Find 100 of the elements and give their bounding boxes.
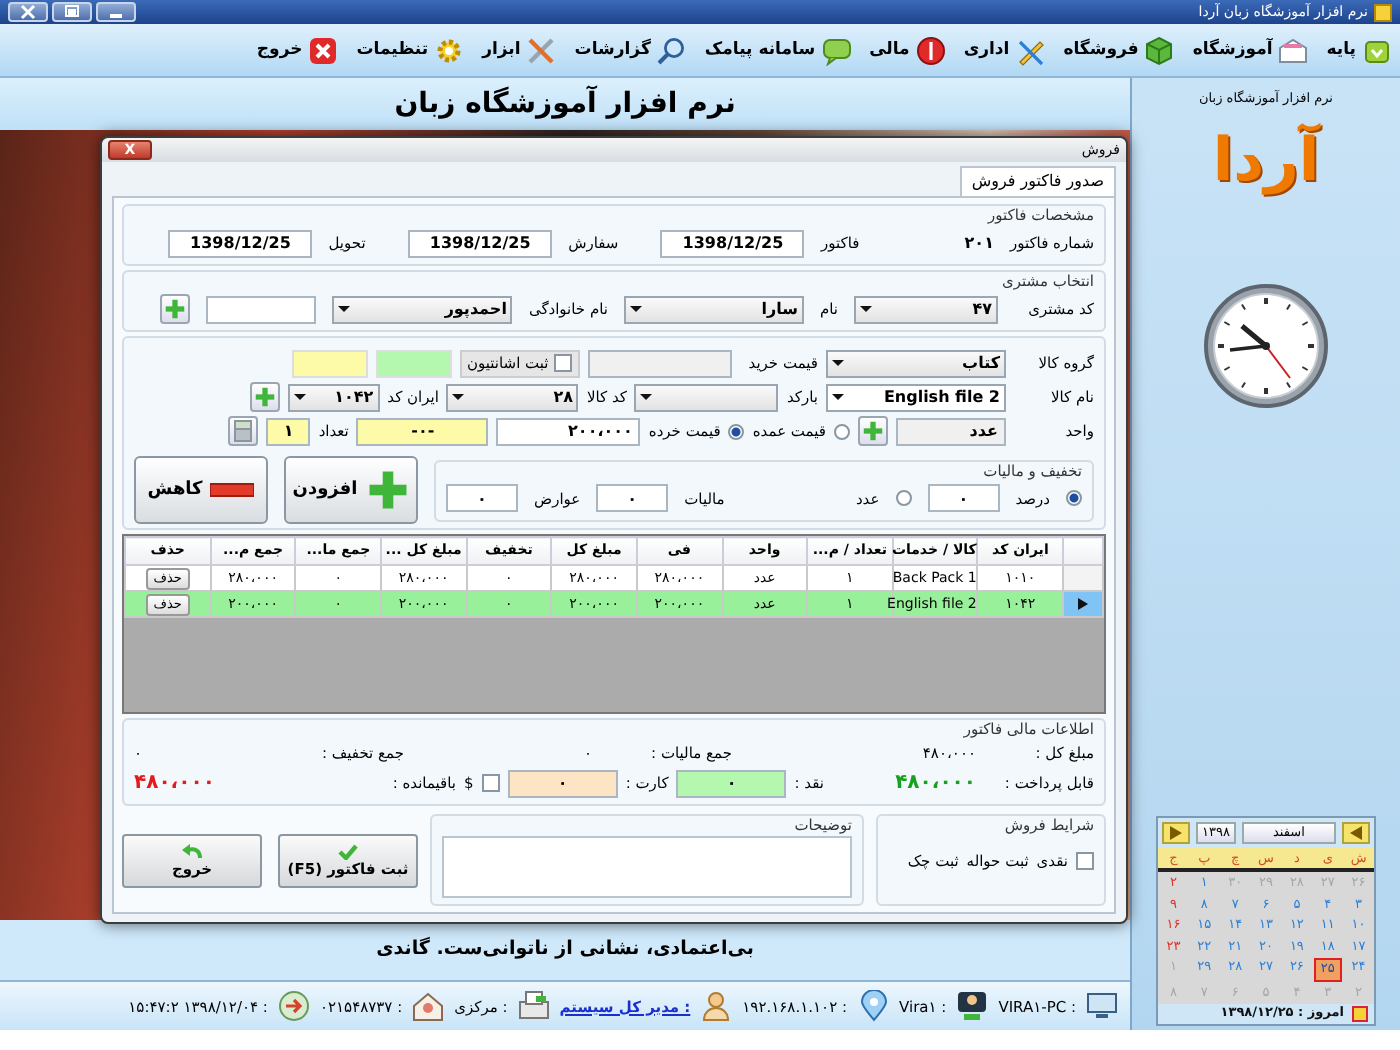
duty-field[interactable]: ۰ — [446, 484, 518, 512]
color-field — [291, 349, 368, 377]
tax-field[interactable]: ۰ — [596, 484, 669, 512]
calculator-button[interactable] — [228, 416, 259, 446]
unit-field[interactable]: عدد — [896, 417, 1006, 445]
monitor-icon — [1086, 990, 1118, 1022]
restore-icon — [60, 4, 84, 20]
caret-icon — [629, 306, 642, 312]
pencil-icon — [1015, 35, 1046, 65]
menu-item[interactable]: پایه — [1326, 35, 1392, 65]
plus-icon — [253, 386, 276, 408]
box-icon — [1362, 35, 1392, 65]
invoice-number: ۲۰۱ — [962, 233, 994, 253]
add-button[interactable] — [858, 416, 888, 446]
cube-icon — [1144, 35, 1175, 65]
check-icon — [338, 843, 358, 859]
quote-text: بی‌اعتمادی، نشانی از ناتوانی‌ست. گاندی — [376, 938, 754, 962]
menu-item[interactable]: تنظیمات — [356, 35, 465, 65]
clock-drawing — [1202, 281, 1330, 410]
date-field[interactable]: 1398/12/25 — [168, 229, 313, 257]
arrow-icon — [1348, 826, 1364, 840]
close-icon — [308, 35, 339, 65]
checkbox[interactable] — [1076, 852, 1094, 870]
add-button[interactable] — [249, 382, 280, 412]
caret-icon — [338, 306, 351, 312]
row-pointer-icon — [1078, 598, 1088, 610]
menu-item[interactable]: فروشگاه — [1063, 35, 1175, 65]
caret-icon — [860, 306, 872, 312]
menu-item[interactable]: مالی — [869, 35, 946, 65]
discount-field[interactable]: ۰ — [927, 484, 1000, 512]
search-icon — [656, 35, 687, 65]
price-field[interactable]: ۲۰۰،۰۰۰ — [496, 417, 641, 445]
logo-text: آردا — [1210, 121, 1323, 200]
menu-item[interactable]: سامانه پیامک — [704, 35, 852, 65]
card-field[interactable]: ۰ — [507, 769, 618, 797]
plus-icon — [862, 420, 884, 442]
tools-icon — [526, 35, 557, 65]
chat-icon — [821, 35, 852, 65]
caret-icon — [832, 360, 844, 366]
close-icon — [16, 4, 40, 20]
restore-button[interactable] — [52, 2, 92, 22]
dropdown[interactable]: سارا — [623, 295, 804, 323]
next-month-button[interactable] — [1342, 822, 1370, 844]
caret-icon — [452, 394, 465, 400]
close-button[interactable] — [8, 2, 48, 22]
menu-item[interactable]: ابزار — [482, 35, 557, 65]
remaining-amount: ۴۸۰،۰۰۰ — [134, 771, 215, 795]
radio-button[interactable] — [728, 423, 745, 439]
checkbox[interactable] — [481, 774, 500, 792]
arrow-icon — [1168, 826, 1184, 840]
date-field[interactable]: 1398/12/25 — [660, 229, 805, 257]
calculator-icon — [232, 420, 255, 442]
person-icon — [700, 990, 733, 1022]
radio-button[interactable] — [895, 490, 912, 506]
dropdown[interactable] — [634, 383, 779, 411]
app-icon — [1374, 3, 1392, 21]
menu-item[interactable]: اداری — [963, 35, 1046, 65]
previous-month-button[interactable] — [1162, 822, 1190, 844]
minimize-button[interactable] — [96, 2, 136, 22]
dropdown[interactable]: ۲۸ — [446, 383, 579, 411]
arrow-circle-icon — [277, 990, 310, 1022]
menu-item[interactable]: خروج — [256, 35, 339, 65]
caret-icon — [832, 394, 844, 400]
color-field — [375, 349, 452, 377]
radio-button[interactable] — [1066, 490, 1082, 506]
coin-icon — [915, 35, 946, 65]
checkbox[interactable] — [554, 354, 573, 372]
price-field[interactable] — [588, 349, 733, 377]
plus-icon — [365, 468, 410, 512]
house-icon — [412, 990, 445, 1022]
radio-button[interactable] — [834, 423, 850, 439]
today-icon — [1352, 1006, 1368, 1022]
text-field[interactable] — [206, 295, 317, 323]
dropdown[interactable]: احمدپور — [332, 295, 513, 323]
reduce-button[interactable]: کاهش — [134, 456, 268, 524]
quantity-field[interactable]: ۱ — [266, 417, 311, 445]
menu-item[interactable]: آموزشگاه — [1192, 35, 1309, 65]
dropdown[interactable]: ۱۰۴۲ — [287, 383, 380, 411]
dropdown[interactable]: English file 2 — [826, 383, 1006, 411]
building-icon — [1278, 35, 1309, 65]
discount-field[interactable]: -۰- — [356, 417, 489, 445]
payable-amount: ۴۸۰،۰۰۰ — [893, 771, 976, 795]
dropdown[interactable]: کتاب — [826, 349, 1006, 377]
cash-field[interactable]: ۰ — [676, 769, 787, 797]
date-field[interactable]: 1398/12/25 — [408, 229, 553, 257]
minus-icon — [210, 482, 255, 498]
notes-field[interactable] — [442, 836, 852, 898]
add-button[interactable] — [160, 294, 191, 324]
webcam-user-icon — [956, 990, 989, 1022]
dropdown[interactable]: ۴۷ — [854, 295, 998, 323]
caret-icon — [293, 394, 306, 400]
location-pin-icon — [857, 990, 890, 1022]
add-button[interactable]: افزودن — [284, 456, 418, 524]
fax-icon — [517, 990, 550, 1022]
tab[interactable]: صدور فاکتور فروش — [959, 166, 1116, 196]
plus-icon — [164, 298, 187, 320]
page-heading: نرم افزار آموزشگاه زبان — [394, 87, 736, 121]
menu-item[interactable]: گزارشات — [574, 35, 687, 65]
caret-icon — [640, 394, 653, 400]
undo-arrow-icon — [182, 843, 202, 859]
